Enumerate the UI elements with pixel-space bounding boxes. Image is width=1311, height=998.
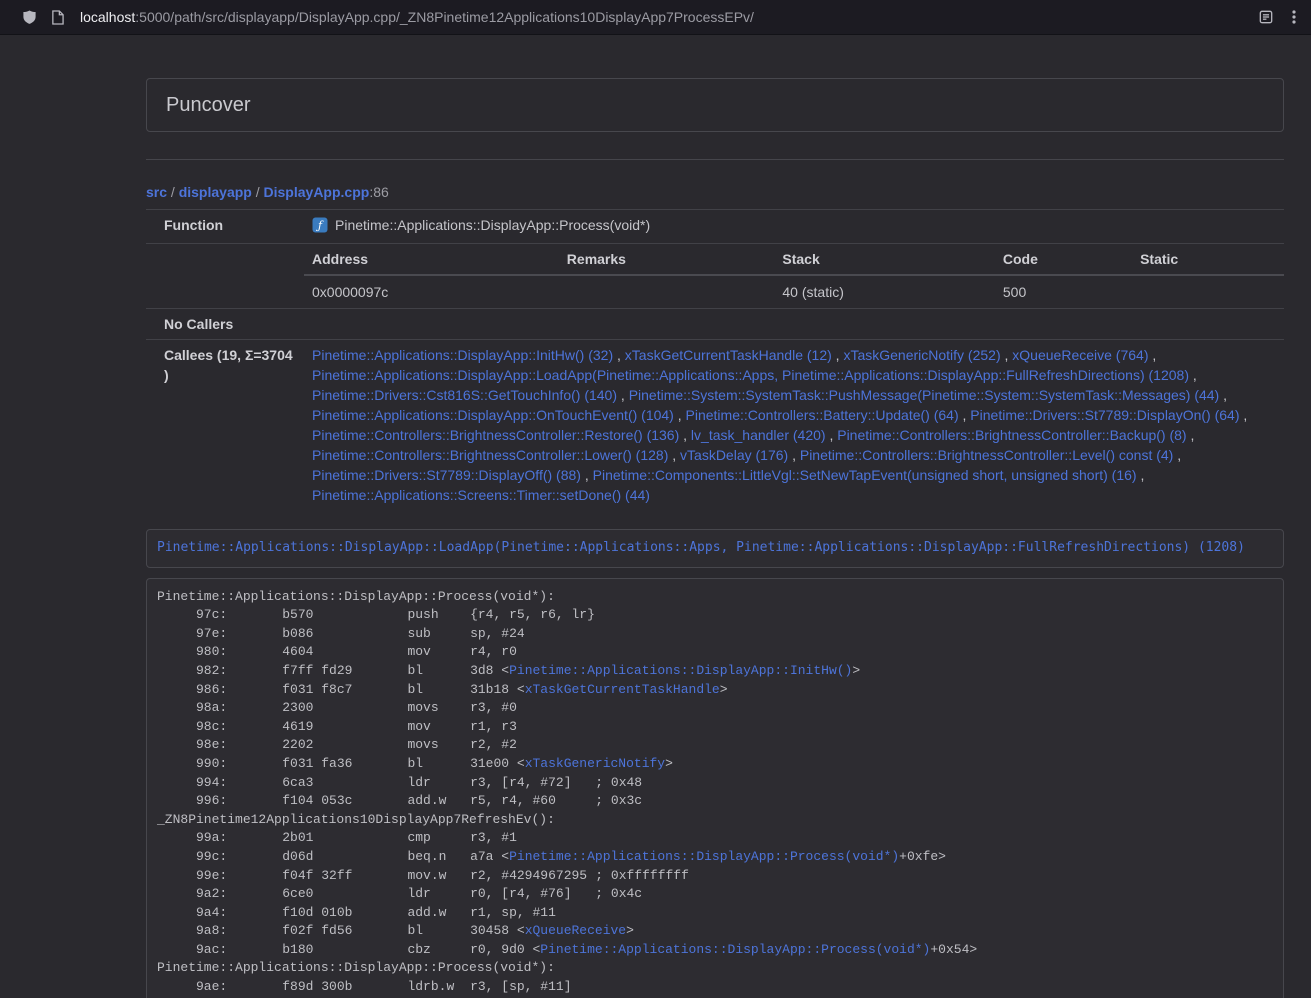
stack-value: 40 (static) (774, 275, 995, 308)
divider (146, 159, 1284, 160)
callee-link[interactable]: Pinetime::Controllers::BrightnessControl… (800, 447, 1173, 463)
col-address: Address (304, 244, 559, 275)
callees-list: Pinetime::Applications::DisplayApp::Init… (304, 340, 1284, 511)
metrics-cell: Address Remarks Stack Code Static 0x0000… (304, 244, 1284, 309)
reader-view-icon[interactable] (1259, 10, 1273, 24)
breadcrumb: src / displayapp / DisplayApp.cpp:86 (146, 184, 1284, 200)
col-remarks: Remarks (559, 244, 775, 275)
asm-symbol-link[interactable]: Pinetime::Applications::DisplayApp::Proc… (509, 849, 899, 864)
asm-symbol-link[interactable]: Pinetime::Applications::DisplayApp::Proc… (540, 942, 930, 957)
empty-cell (304, 309, 1284, 340)
content: Puncover src / displayapp / DisplayApp.c… (146, 35, 1284, 998)
callee-link[interactable]: xTaskGenericNotify (252) (843, 347, 1000, 363)
loadapp-symbol-link[interactable]: Pinetime::Applications::DisplayApp::Load… (157, 540, 1245, 555)
static-value (1132, 275, 1284, 308)
page-title: Puncover (166, 94, 251, 116)
callee-link[interactable]: Pinetime::Applications::DisplayApp::Init… (312, 347, 613, 363)
callee-link[interactable]: Pinetime::Controllers::BrightnessControl… (312, 427, 679, 443)
breadcrumb-link[interactable]: src (146, 184, 167, 200)
callee-link[interactable]: xTaskGetCurrentTaskHandle (12) (625, 347, 832, 363)
shield-icon[interactable] (22, 9, 37, 25)
function-name-cell: ƒ Pinetime::Applications::DisplayApp::Pr… (304, 210, 1284, 244)
callee-link[interactable]: Pinetime::Controllers::BrightnessControl… (837, 427, 1186, 443)
code-value: 500 (995, 275, 1132, 308)
no-callers-label: No Callers (146, 309, 304, 340)
kebab-menu-icon[interactable] (1291, 9, 1297, 25)
address-value: 0x0000097c (304, 275, 559, 308)
callee-link[interactable]: Pinetime::Applications::Screens::Timer::… (312, 487, 650, 503)
function-label: Function (146, 210, 304, 244)
callee-link[interactable]: xQueueReceive (764) (1012, 347, 1148, 363)
callee-link[interactable]: vTaskDelay (176) (680, 447, 788, 463)
callee-link[interactable]: Pinetime::Controllers::BrightnessControl… (312, 447, 668, 463)
metrics-value-row: 0x0000097c 40 (static) 500 (304, 275, 1284, 308)
disassembly-box: Pinetime::Applications::DisplayApp::Proc… (146, 578, 1284, 998)
callee-link[interactable]: Pinetime::Components::LittleVgl::SetNewT… (593, 467, 1137, 483)
col-static: Static (1132, 244, 1284, 275)
callee-link[interactable]: Pinetime::System::SystemTask::PushMessag… (629, 387, 1220, 403)
breadcrumb-link[interactable]: DisplayApp.cpp (264, 184, 370, 200)
function-name: Pinetime::Applications::DisplayApp::Proc… (335, 217, 650, 233)
url-host: localhost (80, 9, 135, 25)
asm-symbol-link[interactable]: xQueueReceive (525, 923, 626, 938)
browser-chrome: localhost:5000/path/src/displayapp/Displ… (0, 0, 1311, 35)
callee-link[interactable]: Pinetime::Drivers::St7789::DisplayOn() (… (970, 407, 1239, 423)
metrics-header-row: Address Remarks Stack Code Static (304, 244, 1284, 275)
disassembly-code: Pinetime::Applications::DisplayApp::Proc… (157, 589, 977, 998)
function-icon: ƒ (312, 217, 328, 238)
remarks-value (559, 275, 775, 308)
col-code: Code (995, 244, 1132, 275)
callee-link[interactable]: Pinetime::Drivers::Cst816S::GetTouchInfo… (312, 387, 617, 403)
breadcrumb-link[interactable]: displayapp (179, 184, 252, 200)
asm-symbol-link[interactable]: xTaskGetCurrentTaskHandle (525, 682, 720, 697)
breadcrumb-line-number: :86 (369, 184, 388, 200)
empty-cell (146, 244, 304, 309)
chrome-actions (1259, 9, 1297, 25)
metrics-table: Address Remarks Stack Code Static 0x0000… (304, 244, 1284, 308)
url-bar[interactable]: localhost:5000/path/src/displayapp/Displ… (80, 9, 754, 25)
callee-link[interactable]: Pinetime::Applications::DisplayApp::OnTo… (312, 407, 674, 423)
url-path: :5000/path/src/displayapp/DisplayApp.cpp… (135, 9, 754, 25)
callee-link[interactable]: Pinetime::Controllers::Battery::Update()… (686, 407, 959, 423)
symbol-box: Pinetime::Applications::DisplayApp::Load… (146, 529, 1284, 568)
asm-symbol-link[interactable]: xTaskGenericNotify (525, 756, 665, 771)
function-table: Function ƒ Pinetime::Applications::Displ… (146, 209, 1284, 510)
col-stack: Stack (774, 244, 995, 275)
callee-link[interactable]: lv_task_handler (420) (691, 427, 826, 443)
asm-symbol-link[interactable]: Pinetime::Applications::DisplayApp::Init… (509, 663, 852, 678)
metrics-row: Address Remarks Stack Code Static 0x0000… (146, 244, 1284, 309)
page-icon[interactable] (51, 10, 64, 25)
page-title-box: Puncover (146, 78, 1284, 132)
callees-row: Callees (19, Σ=3704 ) Pinetime::Applicat… (146, 340, 1284, 511)
callees-label: Callees (19, Σ=3704 ) (146, 340, 304, 511)
callee-link[interactable]: Pinetime::Drivers::St7789::DisplayOff() … (312, 467, 581, 483)
function-row: Function ƒ Pinetime::Applications::Displ… (146, 210, 1284, 244)
callee-link[interactable]: Pinetime::Applications::DisplayApp::Load… (312, 367, 1189, 383)
no-callers-row: No Callers (146, 309, 1284, 340)
